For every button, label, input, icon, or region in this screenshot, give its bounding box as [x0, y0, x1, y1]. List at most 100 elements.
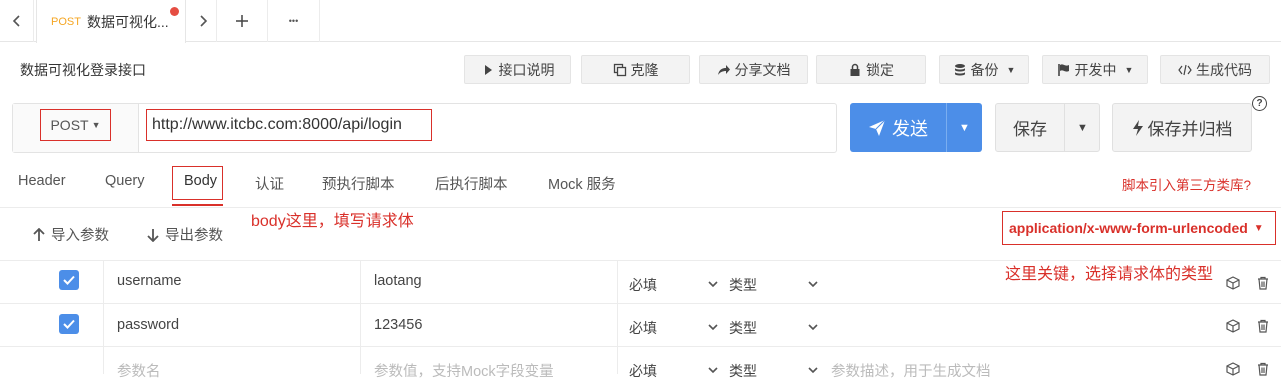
param-name-field[interactable]: username	[117, 273, 181, 289]
database-icon	[954, 63, 965, 75]
clone-button[interactable]: 克隆	[581, 55, 690, 84]
save-options-button[interactable]: ▼	[1064, 104, 1100, 151]
chevron-left-icon	[12, 15, 20, 27]
import-params-button[interactable]: 导入参数	[33, 224, 109, 245]
arrow-up-icon	[33, 227, 45, 241]
tab-body[interactable]: Body	[184, 173, 217, 189]
bolt-icon	[1132, 119, 1143, 136]
play-icon	[484, 64, 492, 75]
save-archive-label: 保存并归档	[1147, 120, 1233, 139]
required-select[interactable]: 必填	[629, 361, 657, 381]
generate-code-button[interactable]: 生成代码	[1160, 55, 1270, 84]
share-doc-button[interactable]: 分享文档	[699, 55, 808, 84]
type-select[interactable]: 类型	[729, 275, 757, 295]
method-value: POST	[50, 117, 89, 133]
caret-down-icon: ▼	[91, 120, 101, 130]
clone-label: 克隆	[630, 61, 659, 78]
checkmark-icon	[63, 319, 75, 329]
api-doc-button[interactable]: 接口说明	[464, 55, 571, 84]
column-divider	[103, 260, 104, 374]
type-value: 类型	[729, 363, 757, 379]
tab-pre-script[interactable]: 预执行脚本	[322, 173, 395, 194]
chevron-down-icon	[808, 324, 818, 331]
param-value-field[interactable]: 123456	[374, 317, 422, 333]
param-desc-input[interactable]: 参数描述，用于生成文档	[831, 360, 991, 381]
url-input[interactable]: http://www.itcbc.com:8000/api/login	[146, 109, 432, 141]
chevron-right-icon	[200, 15, 208, 27]
row-checkbox[interactable]	[59, 270, 79, 290]
row-checkbox[interactable]	[59, 314, 79, 334]
cube-icon[interactable]	[1226, 319, 1240, 333]
content-type-select[interactable]: application/x-www-form-urlencoded ▼	[1002, 211, 1276, 245]
api-doc-label: 接口说明	[498, 61, 555, 78]
flag-icon	[1057, 63, 1069, 76]
tab-next-button[interactable]	[186, 0, 220, 42]
type-value: 类型	[729, 320, 757, 336]
required-value: 必填	[629, 320, 657, 336]
send-button-group: 发送 ▼	[850, 103, 982, 152]
more-icon: •••	[288, 16, 299, 26]
import-params-label: 导入参数	[51, 228, 109, 244]
arrow-down-icon	[147, 228, 159, 242]
backup-dropdown[interactable]: 备份 ▼	[939, 55, 1029, 84]
help-icon[interactable]: ?	[1252, 96, 1267, 111]
api-name: 数据可视化登录接口	[20, 62, 146, 78]
export-params-label: 导出参数	[165, 228, 223, 244]
tab-query[interactable]: Query	[105, 173, 145, 189]
content-type-value: application/x-www-form-urlencoded	[1009, 220, 1248, 236]
tab-prev-button[interactable]	[0, 0, 34, 42]
type-value: 类型	[729, 277, 757, 293]
active-tab-underline	[172, 204, 223, 206]
type-select[interactable]: 类型	[729, 318, 757, 338]
required-select[interactable]: 必填	[629, 275, 657, 295]
tab-post-script[interactable]: 后执行脚本	[435, 173, 508, 194]
lock-label: 锁定	[866, 61, 894, 78]
tab-bar: POST 数据可视化... •••	[0, 0, 1281, 43]
param-value-input[interactable]: 参数值，支持Mock字段变量	[374, 360, 554, 381]
tab-mock[interactable]: Mock 服务	[548, 173, 616, 194]
third-party-link[interactable]: 脚本引入第三方类库?	[1122, 174, 1251, 194]
param-name-field[interactable]: password	[117, 317, 179, 333]
caret-down-icon: ▼	[1077, 121, 1088, 134]
checkmark-icon	[63, 275, 75, 285]
share-doc-label: 分享文档	[734, 61, 791, 78]
status-label: 开发中	[1074, 61, 1117, 78]
cube-icon[interactable]	[1226, 276, 1240, 290]
export-params-button[interactable]: 导出参数	[147, 224, 223, 245]
tab-auth[interactable]: 认证	[255, 173, 284, 194]
caret-down-icon: ▼	[1124, 64, 1134, 75]
new-tab-button[interactable]	[216, 0, 268, 42]
type-select[interactable]: 类型	[729, 361, 757, 381]
chevron-down-icon	[708, 281, 718, 288]
trash-icon[interactable]	[1256, 276, 1270, 290]
chevron-down-icon	[808, 281, 818, 288]
caret-down-icon: ▼	[1253, 222, 1264, 234]
backup-label: 备份	[970, 61, 999, 78]
caret-down-icon: ▼	[959, 121, 970, 134]
chevron-down-icon	[808, 367, 818, 374]
required-value: 必填	[629, 277, 657, 293]
send-options-button[interactable]: ▼	[946, 103, 982, 152]
caret-down-icon: ▼	[1006, 64, 1016, 75]
share-icon	[717, 64, 730, 75]
generate-code-label: 生成代码	[1196, 61, 1252, 78]
tab-header[interactable]: Header	[18, 173, 66, 189]
save-archive-button[interactable]: 保存并归档	[1112, 103, 1252, 152]
status-dropdown[interactable]: 开发中 ▼	[1042, 55, 1148, 84]
send-label: 发送	[892, 118, 928, 139]
trash-icon[interactable]	[1256, 319, 1270, 333]
required-select[interactable]: 必填	[629, 318, 657, 338]
code-icon	[1178, 64, 1192, 75]
lock-button[interactable]: 锁定	[816, 55, 926, 84]
save-button[interactable]: 保存	[996, 104, 1064, 151]
tab-method: POST	[51, 15, 81, 28]
annotation-body: body这里，填写请求体	[251, 213, 414, 230]
column-divider	[617, 260, 618, 374]
param-name-input[interactable]: 参数名	[117, 360, 161, 381]
send-button[interactable]: 发送	[850, 103, 946, 152]
param-value-field[interactable]: laotang	[374, 273, 422, 289]
method-select[interactable]: POST ▼	[40, 109, 111, 141]
more-tabs-button[interactable]: •••	[268, 0, 320, 42]
tab-api-login[interactable]: POST 数据可视化...	[36, 0, 186, 43]
copy-icon	[613, 63, 626, 76]
